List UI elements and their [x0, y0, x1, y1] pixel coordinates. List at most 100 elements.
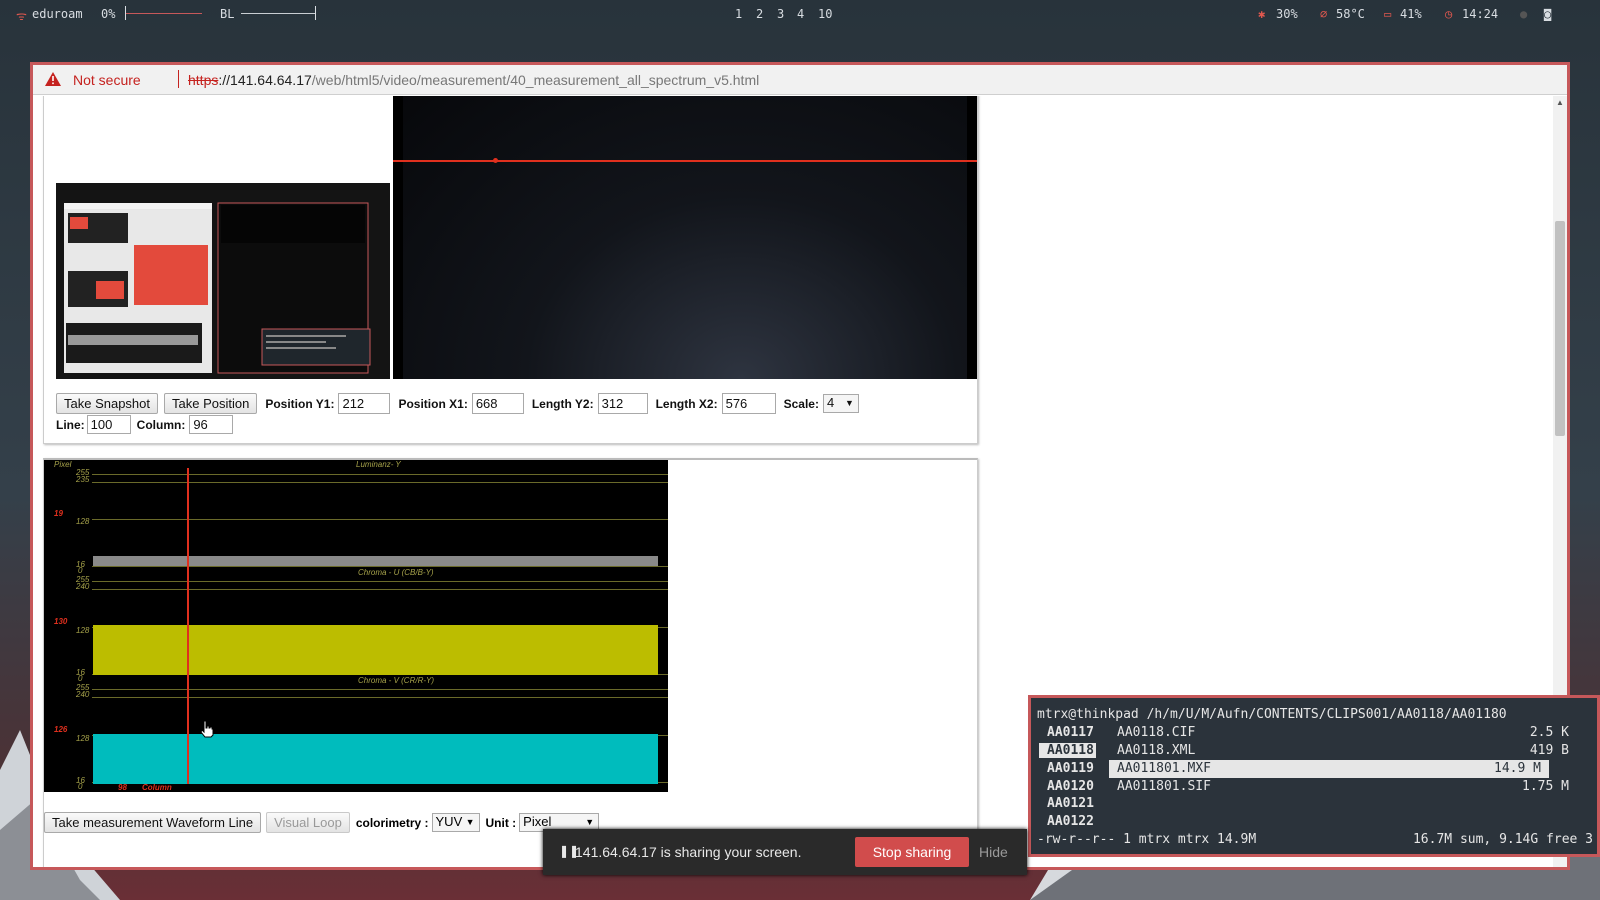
warning-icon	[45, 72, 61, 86]
status-permissions: -rw-r--r-- 1 mtrx mtrx 14.9M	[1037, 832, 1257, 847]
take-snapshot-button[interactable]: Take Snapshot	[56, 393, 159, 414]
length-x2-label: Length X2:	[655, 396, 718, 411]
take-position-button[interactable]: Take Position	[164, 393, 258, 414]
file-item[interactable]: AA0118.CIF	[1117, 725, 1195, 740]
line-label: Line:	[56, 417, 85, 432]
v-waveform	[93, 734, 658, 784]
brightness-slider[interactable]	[241, 13, 315, 14]
workspace-4[interactable]: 4	[797, 7, 804, 21]
file-item-selected[interactable]: AA011801.MXF	[1117, 761, 1211, 776]
dropdown-arrow-icon: ▼	[465, 817, 475, 827]
column-input[interactable]	[189, 415, 234, 434]
v-title: Chroma - V (CR/R-Y)	[358, 676, 435, 685]
url-text[interactable]: https://141.64.64.17/web/html5/video/mea…	[188, 72, 759, 88]
hand-cursor-icon	[200, 720, 214, 738]
volume-level: 0%	[101, 7, 116, 21]
battery-level: 41%	[1400, 7, 1422, 21]
measurement-line	[393, 160, 977, 162]
discord-icon[interactable]: ◙	[1544, 7, 1551, 21]
workspace-3[interactable]: 3	[777, 7, 784, 21]
brightness-label: BL	[220, 7, 235, 21]
luma-tick-235: 235	[76, 475, 90, 484]
v-tick-0: 0	[78, 782, 83, 791]
stop-sharing-button[interactable]: Stop sharing	[855, 837, 969, 867]
luma-grid-235	[92, 482, 668, 483]
length-y2-input[interactable]	[597, 393, 648, 414]
line-input[interactable]	[86, 415, 131, 434]
temperature-icon: ⌀	[1320, 7, 1328, 21]
luma-grid-16	[92, 566, 668, 567]
cpu-usage: 30%	[1276, 7, 1298, 21]
file-item[interactable]: AA0118.XML	[1117, 743, 1195, 758]
visual-loop-button[interactable]: Visual Loop	[266, 812, 350, 833]
u-tick-128: 128	[76, 626, 90, 635]
dir-item[interactable]: AA0119	[1047, 761, 1094, 776]
take-waveform-button[interactable]: Take measurement Waveform Line	[44, 812, 262, 833]
file-size: 419 B	[1529, 743, 1569, 758]
dropdown-arrow-icon: ▼	[845, 398, 854, 408]
column-value: 98	[118, 783, 127, 792]
luma-grid-255	[92, 474, 668, 475]
length-y2-label: Length Y2:	[531, 396, 594, 411]
position-x1-label: Position X1:	[398, 396, 468, 411]
colorimetry-select[interactable]: YUV ▼	[431, 813, 480, 832]
v-grid-240	[92, 697, 668, 698]
system-topbar: ᯤ eduroam 0% BL 1 2 3 4 10 ✱ 30% ⌀ 58°C …	[0, 0, 1600, 28]
pixel-axis-label: Pixel	[54, 460, 72, 469]
colorimetry-value: YUV	[435, 814, 463, 829]
file-manager-terminal[interactable]: mtrx@thinkpad /h/m/U/M/Aufn/CONTENTS/CLI…	[1028, 695, 1600, 857]
luma-tick-128: 128	[76, 517, 90, 526]
waveform-canvas[interactable]: Pixel Luminanz- Y 255 235 128 16 0 19 Ch…	[44, 460, 668, 792]
column-label: Column:	[136, 417, 186, 432]
luma-tick-0: 0	[78, 566, 83, 575]
dir-item[interactable]: AA0122	[1047, 814, 1094, 829]
file-size: 1.75 M	[1522, 779, 1569, 794]
brightness-slider-handle[interactable]	[315, 6, 316, 20]
length-x2-input[interactable]	[721, 393, 776, 414]
v-value: 126	[54, 725, 68, 734]
file-item[interactable]: AA011801.SIF	[1117, 779, 1211, 794]
position-x1-input[interactable]	[471, 393, 524, 414]
url-path: /web/html5/video/measurement/40_measurem…	[311, 72, 760, 88]
scale-value: 4	[826, 395, 835, 410]
scroll-up-icon[interactable]: ▲	[1556, 98, 1564, 107]
snapshot-preview[interactable]	[56, 183, 390, 379]
scrollbar-thumb[interactable]	[1555, 221, 1565, 436]
workspace-2[interactable]: 2	[756, 7, 763, 21]
dir-item-selected[interactable]: AA0118	[1039, 743, 1096, 758]
unit-value: Pixel	[523, 814, 552, 829]
screen-share-bar: ❚❚ 141.64.64.17 is sharing your screen. …	[543, 829, 1027, 875]
tray-icon[interactable]: ●	[1520, 7, 1527, 21]
address-bar[interactable]: Not secure https://141.64.64.17/web/html…	[33, 65, 1567, 95]
workspace-10[interactable]: 10	[818, 7, 832, 21]
workspace-1[interactable]: 1	[735, 7, 742, 21]
u-tick-0: 0	[78, 674, 83, 683]
u-grid-255	[92, 581, 668, 582]
v-tick-128: 128	[76, 734, 90, 743]
volume-slider[interactable]	[126, 13, 202, 14]
scale-select[interactable]: 4 ▼	[822, 394, 859, 413]
file-size: 14.9 M	[1494, 761, 1541, 776]
dir-item[interactable]: AA0120	[1047, 779, 1094, 794]
position-y1-input[interactable]	[338, 393, 391, 414]
clock-time: 14:24	[1462, 7, 1499, 21]
file-size: 2.5 K	[1529, 725, 1569, 740]
share-message: 141.64.64.17 is sharing your screen.	[575, 844, 802, 860]
dir-item[interactable]: AA0117	[1047, 725, 1094, 740]
waveform-panel: Pixel Luminanz- Y 255 235 128 16 0 19 Ch…	[43, 458, 978, 867]
url-host: ://141.64.64.17	[218, 72, 312, 88]
column-cursor[interactable]	[187, 468, 189, 784]
not-secure-label[interactable]: Not secure	[73, 72, 141, 88]
dir-item[interactable]: AA0121	[1047, 796, 1094, 811]
cpu-icon: ✱	[1258, 7, 1266, 21]
luma-grid-128	[92, 519, 668, 520]
unit-label: Unit :	[485, 815, 517, 830]
network-name: eduroam	[32, 7, 83, 21]
u-waveform	[93, 625, 658, 675]
wifi-icon: ᯤ	[16, 9, 27, 23]
measurement-marker[interactable]	[493, 158, 498, 163]
video-canvas[interactable]	[393, 96, 977, 379]
hide-button[interactable]: Hide	[979, 844, 1008, 860]
terminal-path: mtrx@thinkpad /h/m/U/M/Aufn/CONTENTS/CLI…	[1037, 707, 1507, 722]
video-frame	[403, 96, 967, 379]
